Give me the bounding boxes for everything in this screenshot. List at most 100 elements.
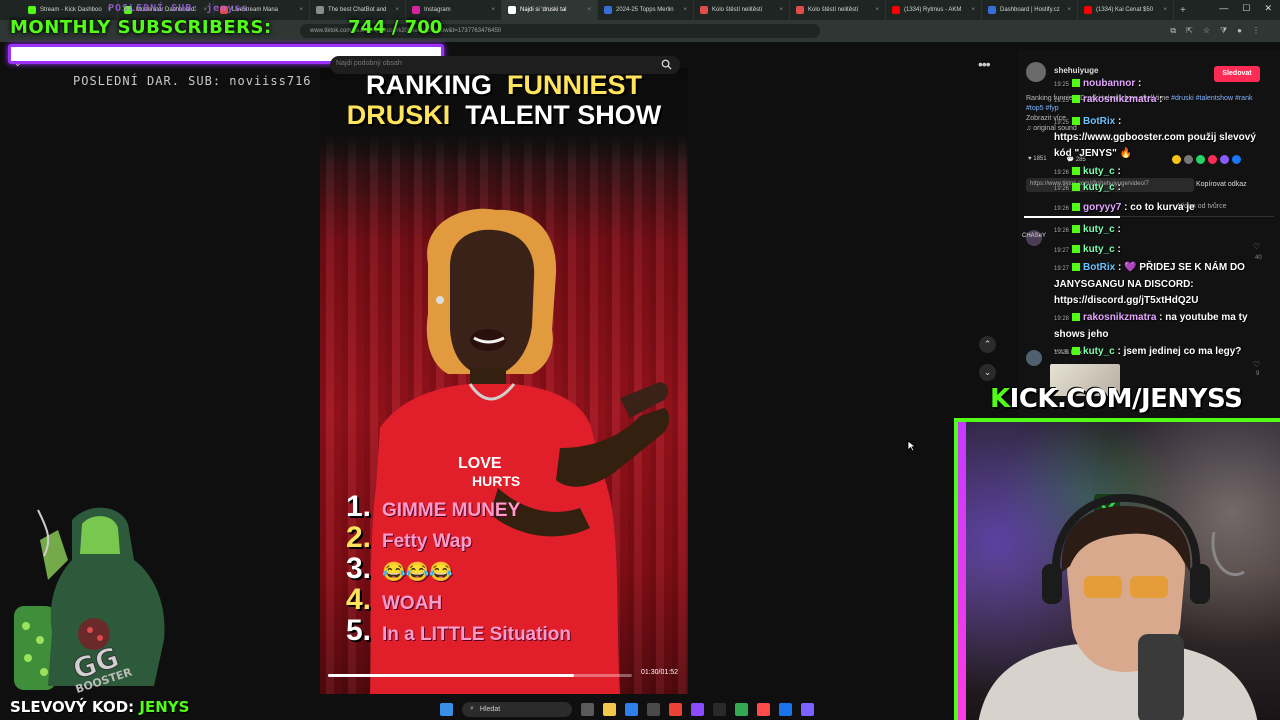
file-explorer-icon[interactable] — [603, 702, 616, 716]
browser-tab[interactable]: Najdi si 'druski tal × — [502, 0, 598, 20]
window-controls: — ☐ ✕ — [1219, 3, 1272, 14]
chevron-down-icon[interactable]: ⌄ — [14, 58, 22, 69]
profile-icon[interactable]: ● — [1237, 26, 1242, 36]
tab-favicon-icon — [1084, 6, 1092, 14]
more-options-icon[interactable]: ••• — [978, 56, 991, 72]
star-icon[interactable]: ☆ — [1203, 26, 1210, 36]
title-talent-show: TALENT SHOW — [465, 100, 662, 130]
ranking-item: 4. WOAH — [346, 583, 666, 616]
app-icon[interactable] — [691, 702, 704, 716]
tab-close-icon[interactable]: × — [779, 7, 783, 13]
kick-badge-icon — [1072, 183, 1081, 192]
kick-channel-url: KICK.COM/JENYSS — [990, 384, 1243, 414]
terminal-icon[interactable] — [713, 702, 726, 716]
task-view-icon[interactable] — [581, 702, 594, 716]
browser-tab[interactable]: Dashboard | Hostify.cz × — [982, 0, 1078, 20]
tab-close-icon[interactable]: × — [875, 7, 879, 13]
creator-avatar[interactable] — [1026, 62, 1046, 82]
chat-username[interactable]: BotRix — [1083, 116, 1115, 127]
browser-icon[interactable] — [757, 702, 770, 716]
search-placeholder: Najdi podobný obsah — [336, 60, 402, 67]
comment-like-count-2: 9 — [1256, 371, 1260, 377]
tab-close-icon[interactable]: × — [299, 7, 303, 13]
kick-badge-icon — [1072, 117, 1081, 126]
tab-close-icon[interactable]: × — [587, 7, 591, 13]
browser-tab[interactable]: 2024-25 Topps Merlin × — [598, 0, 694, 20]
chat-username[interactable]: kuty_c — [1083, 166, 1115, 177]
browser-tab[interactable]: Kolo štěstí nelitěstí × — [694, 0, 790, 20]
start-menu-icon[interactable] — [440, 702, 453, 716]
last-donation-ticker: POSLEDNÍ DAR. SUB: noviiss716 — [73, 74, 312, 88]
tab-favicon-icon — [796, 6, 804, 14]
chrome-alt-icon[interactable] — [735, 702, 748, 716]
tab-close-icon[interactable]: × — [1163, 7, 1167, 13]
chat-username[interactable]: rakosnikzmatra — [1083, 94, 1156, 105]
browser-tab[interactable]: Kolo štěstí nelitěstí × — [790, 0, 886, 20]
chat-message: https://www.ggbooster.com použij slevový… — [1054, 130, 1264, 162]
share-icon[interactable]: ⇱ — [1186, 26, 1193, 36]
video-progress-bar[interactable] — [328, 674, 632, 677]
comment-like-icon-2[interactable]: ♡ — [1253, 360, 1262, 369]
taskbar-search-input[interactable]: ⌕ Hledat — [462, 701, 572, 717]
ranking-item: 3. 😂😂😂 — [346, 552, 666, 585]
edge-icon[interactable] — [625, 702, 638, 716]
video-title-line-1: RANKING FUNNIEST — [320, 70, 688, 101]
creator-handle[interactable]: shehuiyuge — [1054, 66, 1098, 75]
calendar-icon[interactable] — [779, 702, 792, 716]
tab-close-icon[interactable]: × — [971, 7, 975, 13]
last-sub-ghost: POSLEDNÍ SUB: jenyss — [108, 3, 249, 14]
chat-time: 19:25 — [1054, 82, 1070, 88]
taskbar-search-label: Hledat — [479, 705, 501, 713]
minimize-icon[interactable]: — — [1219, 3, 1228, 14]
discord-icon[interactable] — [801, 702, 814, 716]
browser-tab[interactable]: (1334) Rytmus - AKM × — [886, 0, 982, 20]
chat-message: 19:28 rakosnikzmatra : na youtube ma ty s… — [1054, 310, 1264, 343]
tiktok-video[interactable]: LOVE HURTS RANKING FUNNIEST DRUSKI TALEN… — [320, 68, 688, 694]
tab-favicon-icon — [316, 6, 324, 14]
chat-username[interactable]: goryyy7 — [1083, 202, 1121, 213]
chat-username[interactable]: kuty_c — [1083, 224, 1115, 235]
close-icon[interactable]: ✕ — [1264, 3, 1272, 14]
ranking-text: Fetty Wap — [382, 531, 473, 552]
chat-username[interactable]: BotRix — [1083, 262, 1115, 273]
menu-icon[interactable]: ⋮ — [1252, 26, 1260, 36]
previous-video-button[interactable]: ⌃ — [979, 336, 996, 353]
similar-search-input[interactable]: Najdi podobný obsah — [330, 56, 680, 74]
commenter-name[interactable]: CHASeY — [1022, 233, 1046, 239]
tab-close-icon[interactable]: × — [683, 7, 687, 13]
chat-username[interactable]: kuty_c — [1083, 182, 1115, 193]
chat-text: co to kurva je — [1130, 202, 1195, 213]
maximize-icon[interactable]: ☐ — [1242, 3, 1250, 14]
new-tab-button[interactable]: + — [1174, 5, 1192, 16]
kick-badge-icon — [1072, 245, 1081, 254]
chat-time: 19:25 — [1054, 98, 1070, 104]
store-icon[interactable] — [647, 702, 660, 716]
ranking-text: GIMME MUNEY — [382, 500, 521, 521]
ranking-item: 2. Fetty Wap — [346, 521, 666, 554]
kick-url-rest: ICK.COM/JENYSS — [1009, 384, 1243, 414]
ranking-list: 1. GIMME MUNEY 2. Fetty Wap 3. 😂😂😂 4. WOAH 5. In … — [346, 490, 666, 647]
svg-text:HURTS: HURTS — [472, 473, 520, 489]
chat-username[interactable]: noubannor — [1083, 78, 1135, 89]
chat-username[interactable]: kuty_c — [1083, 346, 1115, 357]
likes-count[interactable]: ♥ 1851 — [1028, 156, 1047, 163]
chat-message: 19:26 kuty_c : — [1054, 180, 1264, 197]
commenter-avatar-2[interactable] — [1026, 350, 1042, 366]
tab-close-icon[interactable]: × — [1067, 7, 1071, 13]
chat-username[interactable]: kuty_c — [1083, 244, 1115, 255]
ranking-item: 1. GIMME MUNEY — [346, 490, 666, 523]
chat-username[interactable]: rakosnikzmatra — [1083, 312, 1156, 323]
browser-tab[interactable]: (1334) Kai Cenat $50 × — [1078, 0, 1174, 20]
extensions-icon[interactable]: ⧩ — [1220, 26, 1227, 36]
chrome-icon[interactable] — [669, 702, 682, 716]
promo-code-banner: SLEVOVÝ KOD: JENYS — [10, 698, 189, 716]
chat-message: 19:25 BotRix : — [1054, 114, 1264, 131]
chat-separator: : — [1156, 312, 1166, 323]
next-video-button[interactable]: ⌄ — [979, 364, 996, 381]
tab-close-icon[interactable]: × — [395, 7, 399, 13]
tab-label: Kolo štěstí nelitěstí — [808, 7, 859, 13]
search-icon[interactable] — [661, 59, 672, 70]
chat-message: 19:26 goryyy7 : co to kurva je — [1054, 200, 1264, 217]
translate-icon[interactable]: ⧉ — [1170, 26, 1176, 36]
tab-close-icon[interactable]: × — [491, 7, 495, 13]
